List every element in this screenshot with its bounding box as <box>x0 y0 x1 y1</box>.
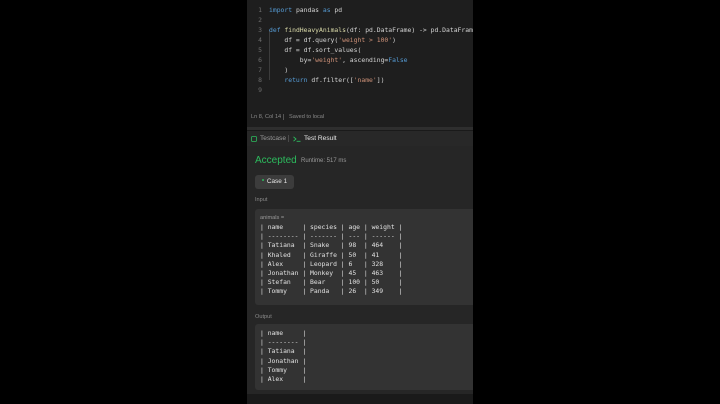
line-number: 7 <box>258 66 262 74</box>
line-number: 6 <box>258 56 262 64</box>
code-token: ]) <box>376 76 385 84</box>
output-box: | name | | -------- | | Tatiana | | Jonatha… <box>255 324 473 390</box>
output-table-row: | Tatiana | <box>260 347 307 356</box>
input-table-row: | Alex | Leopard | 6 | 328 | <box>260 259 403 268</box>
code-line: 8 return df.filter(['name']) <box>247 75 473 85</box>
code-line: 5 df = df.sort_values( <box>247 45 473 55</box>
code-token: findHeavyAnimals <box>284 26 346 34</box>
code-text: def findHeavyAnimals(df: pd.DataFrame) -… <box>269 25 473 35</box>
output-table-row: | -------- | <box>260 338 307 347</box>
code-line: 4 df = df.query('weight > 100') <box>247 35 473 45</box>
output-label: Output <box>255 314 272 320</box>
code-token: ) <box>269 66 289 74</box>
line-number: 3 <box>258 26 262 34</box>
tab-testcase[interactable]: Testcase <box>251 131 286 146</box>
input-table-row: | Tatiana | Snake | 98 | 464 | <box>260 241 403 250</box>
code-line: 1 import pandas as pd <box>247 5 473 15</box>
code-token: def <box>269 26 281 34</box>
output-table-row: | Alex | <box>260 375 307 383</box>
code-token: 'weight' <box>311 56 343 64</box>
tab-testcase-label: Testcase <box>260 135 287 142</box>
output-table-row: | name | <box>260 329 307 337</box>
code-text: return df.filter(['name']) <box>269 75 384 85</box>
code-token: ) <box>392 36 396 44</box>
code-text: df = df.query('weight > 100') <box>269 35 396 45</box>
case-button-label: Case 1 <box>266 178 288 185</box>
input-table-row: | name | species | age | weight | <box>260 223 403 231</box>
leetcode-panel: 1 import pandas as pd 2 3 def findHeavyAnima… <box>247 0 473 404</box>
code-token: import <box>269 6 293 14</box>
input-table-row: | Khaled | Giraffe | 50 | 41 | <box>260 250 403 259</box>
code-line: 2 <box>247 15 473 25</box>
code-token: pd <box>330 6 343 14</box>
save-status: Saved to local <box>289 114 325 120</box>
code-line: 6 by='weight', ascending=False <box>247 55 473 65</box>
tab-test-result[interactable]: Test Result <box>293 131 337 146</box>
code-token: pandas <box>292 6 323 14</box>
code-text: import pandas as pd <box>269 5 342 15</box>
tab-separator <box>288 135 289 142</box>
code-token: 'weight > 100' <box>338 36 393 44</box>
code-token: df = df.query( <box>269 36 339 44</box>
code-token: (df: pd.DataFrame) -> pd.DataFrame: <box>345 26 473 34</box>
video-frame: 1 import pandas as pd 2 3 def findHeavyAnima… <box>0 0 720 404</box>
input-table-row: | Stefan | Bear | 100 | 50 | <box>260 278 403 287</box>
line-number: 5 <box>258 46 262 54</box>
code-line: 7 ) <box>247 65 473 75</box>
line-number: 8 <box>258 76 262 84</box>
line-number: 9 <box>258 86 262 94</box>
input-table-row: | -------- | ------- | --- | ------ | <box>260 232 403 241</box>
code-token: 'name' <box>353 76 377 84</box>
code-token: False <box>388 56 408 64</box>
input-table-row: | Tommy | Panda | 26 | 349 | <box>260 287 403 296</box>
line-number: 1 <box>258 6 262 14</box>
pass-dot-icon <box>261 179 264 182</box>
code-editor[interactable]: 1 import pandas as pd 2 3 def findHeavyAnima… <box>247 0 473 127</box>
output-table-row: | Jonathan | <box>260 356 307 365</box>
code-token: df.filter([ <box>307 76 354 84</box>
terminal-icon <box>293 135 301 142</box>
panel-resize-handle[interactable] <box>247 127 473 130</box>
line-number: 2 <box>258 16 262 24</box>
input-label: Input <box>255 197 268 203</box>
editor-status-bar: Ln 8, Col 14 Saved to local <box>247 111 473 123</box>
test-result-pane: Accepted Runtime: 517 ms Case 1 Input an… <box>247 146 473 404</box>
bottom-strip <box>247 394 473 404</box>
output-table-row: | Tommy | <box>260 365 307 374</box>
cursor-position: Ln 8, Col 14 <box>251 114 282 120</box>
input-box: animals = | name | species | age | weigh… <box>255 209 473 305</box>
code-text: df = df.sort_values( <box>269 45 361 55</box>
code-line: 3 def findHeavyAnimals(df: pd.DataFrame) … <box>247 25 473 35</box>
code-token: by= <box>269 56 312 64</box>
input-table-row: | Jonathan | Monkey | 45 | 463 | <box>260 269 403 277</box>
code-text: by='weight', ascending=False <box>269 55 408 65</box>
code-line: 9 <box>247 85 473 95</box>
case-1-button[interactable]: Case 1 <box>255 175 294 189</box>
code-text: ) <box>269 65 288 75</box>
checkbox-icon <box>251 135 257 142</box>
console-tabs: Testcase Test Result <box>247 131 473 146</box>
input-variable-name: animals = <box>260 215 285 221</box>
code-token: return <box>284 76 308 84</box>
status-separator <box>283 114 284 120</box>
runtime-text: Runtime: 517 ms <box>301 158 347 164</box>
code-token: , ascending= <box>342 56 389 64</box>
code-token: as <box>322 6 331 14</box>
tab-test-result-label: Test Result <box>304 135 337 142</box>
result-status: Accepted <box>255 155 297 166</box>
line-number: 4 <box>258 36 262 44</box>
code-token: df = df.sort_values( <box>269 46 362 54</box>
